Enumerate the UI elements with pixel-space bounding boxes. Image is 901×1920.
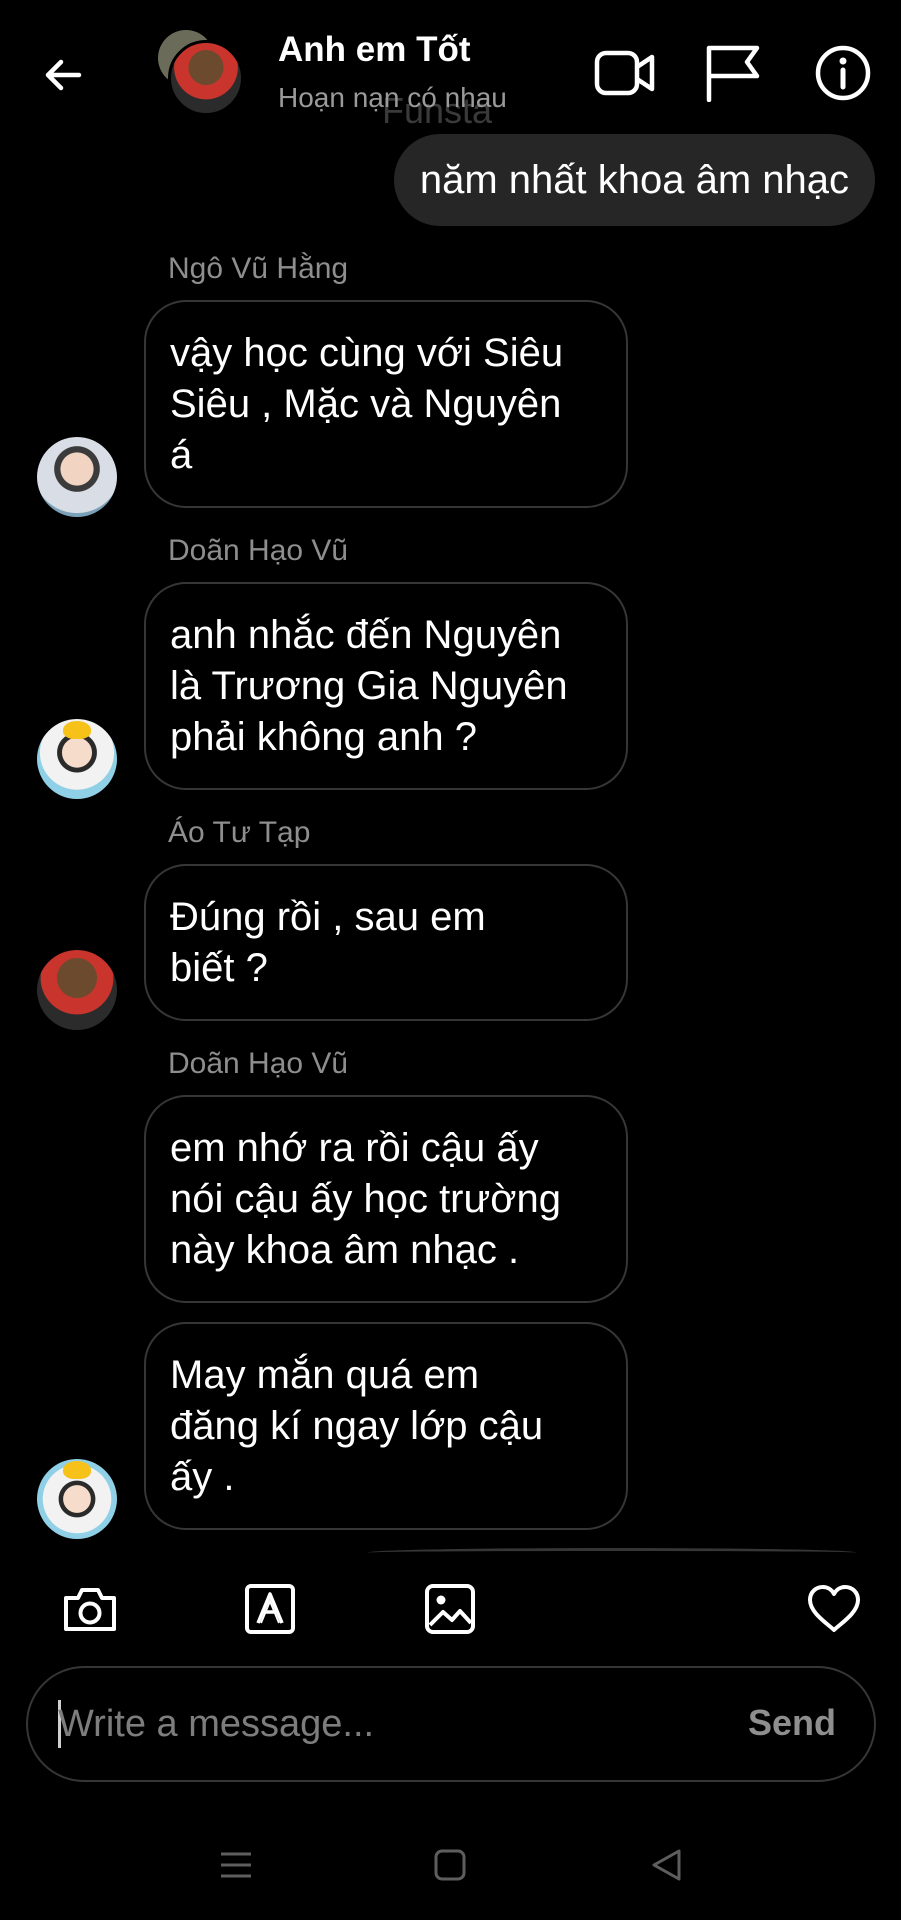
message-line: nói cậu ấy học trường <box>170 1177 561 1221</box>
back-icon <box>652 1849 681 1881</box>
message-input[interactable] <box>58 1686 698 1762</box>
message-line: phải không anh ? <box>170 715 477 759</box>
received-message-bubble[interactable]: May mắn quá em đăng kí ngay lớp cậu ấy . <box>144 1322 628 1530</box>
info-icon <box>815 45 871 101</box>
message-line: á <box>170 433 193 477</box>
home-button[interactable] <box>420 1838 480 1892</box>
flag-icon <box>706 45 760 102</box>
message-line: Đúng rồi , sau em <box>170 895 486 939</box>
text-style-icon <box>245 1584 295 1634</box>
report-button[interactable] <box>698 38 768 108</box>
chat-subtitle: Hoạn nạn có nhau <box>278 82 507 113</box>
sent-message-bubble[interactable]: năm nhất khoa âm nhạc <box>393 134 875 226</box>
message-line: đăng kí ngay lớp cậu <box>170 1404 544 1448</box>
sender-avatar[interactable] <box>37 1459 117 1539</box>
sender-name: Ngô Vũ Hằng <box>168 252 349 285</box>
camera-button[interactable] <box>55 1578 125 1640</box>
message-line: May mắn quá em <box>170 1353 480 1397</box>
message-line: vậy học cùng với Siêu <box>170 331 564 375</box>
group-avatar[interactable] <box>158 30 244 116</box>
group-avatar-front <box>168 40 244 116</box>
message-line: này khoa âm nhạc . <box>170 1228 520 1272</box>
received-message-bubble[interactable]: Đúng rồi , sau em biết ? <box>144 864 628 1021</box>
back-arrow-icon <box>45 59 82 91</box>
sender-name: Doãn Hạo Vũ <box>168 1047 349 1080</box>
sender-avatar[interactable] <box>37 719 117 799</box>
gallery-button[interactable] <box>415 1578 485 1640</box>
chat-title[interactable]: Anh em Tốt <box>278 30 470 70</box>
message-line: là Trương Gia Nguyên <box>170 664 568 708</box>
received-message-bubble[interactable]: em nhớ ra rồi cậu ấy nói cậu ấy học trườ… <box>144 1095 628 1303</box>
camera-icon <box>64 1588 116 1631</box>
home-icon <box>434 1849 466 1881</box>
message-line: anh nhắc đến Nguyên <box>170 613 562 657</box>
video-call-icon <box>594 50 655 96</box>
gallery-icon <box>425 1584 475 1634</box>
sender-name: Áo Tư Tạp <box>168 816 311 849</box>
text-style-button[interactable] <box>235 1578 305 1640</box>
menu-icon <box>221 1852 251 1878</box>
send-button[interactable]: Send <box>748 1702 836 1744</box>
message-line: biết ? <box>170 946 268 990</box>
sender-avatar[interactable] <box>37 437 117 517</box>
heart-icon <box>808 1585 860 1632</box>
recent-apps-button[interactable] <box>206 1838 266 1892</box>
sender-name: Doãn Hạo Vũ <box>168 534 349 567</box>
next-message-bubble-edge <box>368 1548 856 1557</box>
info-button[interactable] <box>808 38 878 108</box>
video-call-button[interactable] <box>590 38 660 108</box>
like-button[interactable] <box>799 1578 869 1640</box>
received-message-bubble[interactable]: anh nhắc đến Nguyên là Trương Gia Nguyên… <box>144 582 628 790</box>
back-button[interactable] <box>28 40 98 110</box>
sender-avatar[interactable] <box>37 950 117 1030</box>
received-message-bubble[interactable]: vậy học cùng với Siêu Siêu , Mặc và Nguy… <box>144 300 628 508</box>
message-line: ấy . <box>170 1455 235 1499</box>
nav-back-button[interactable] <box>636 1838 696 1892</box>
message-line: Siêu , Mặc và Nguyên <box>170 382 562 426</box>
message-line: em nhớ ra rồi cậu ấy <box>170 1126 539 1170</box>
